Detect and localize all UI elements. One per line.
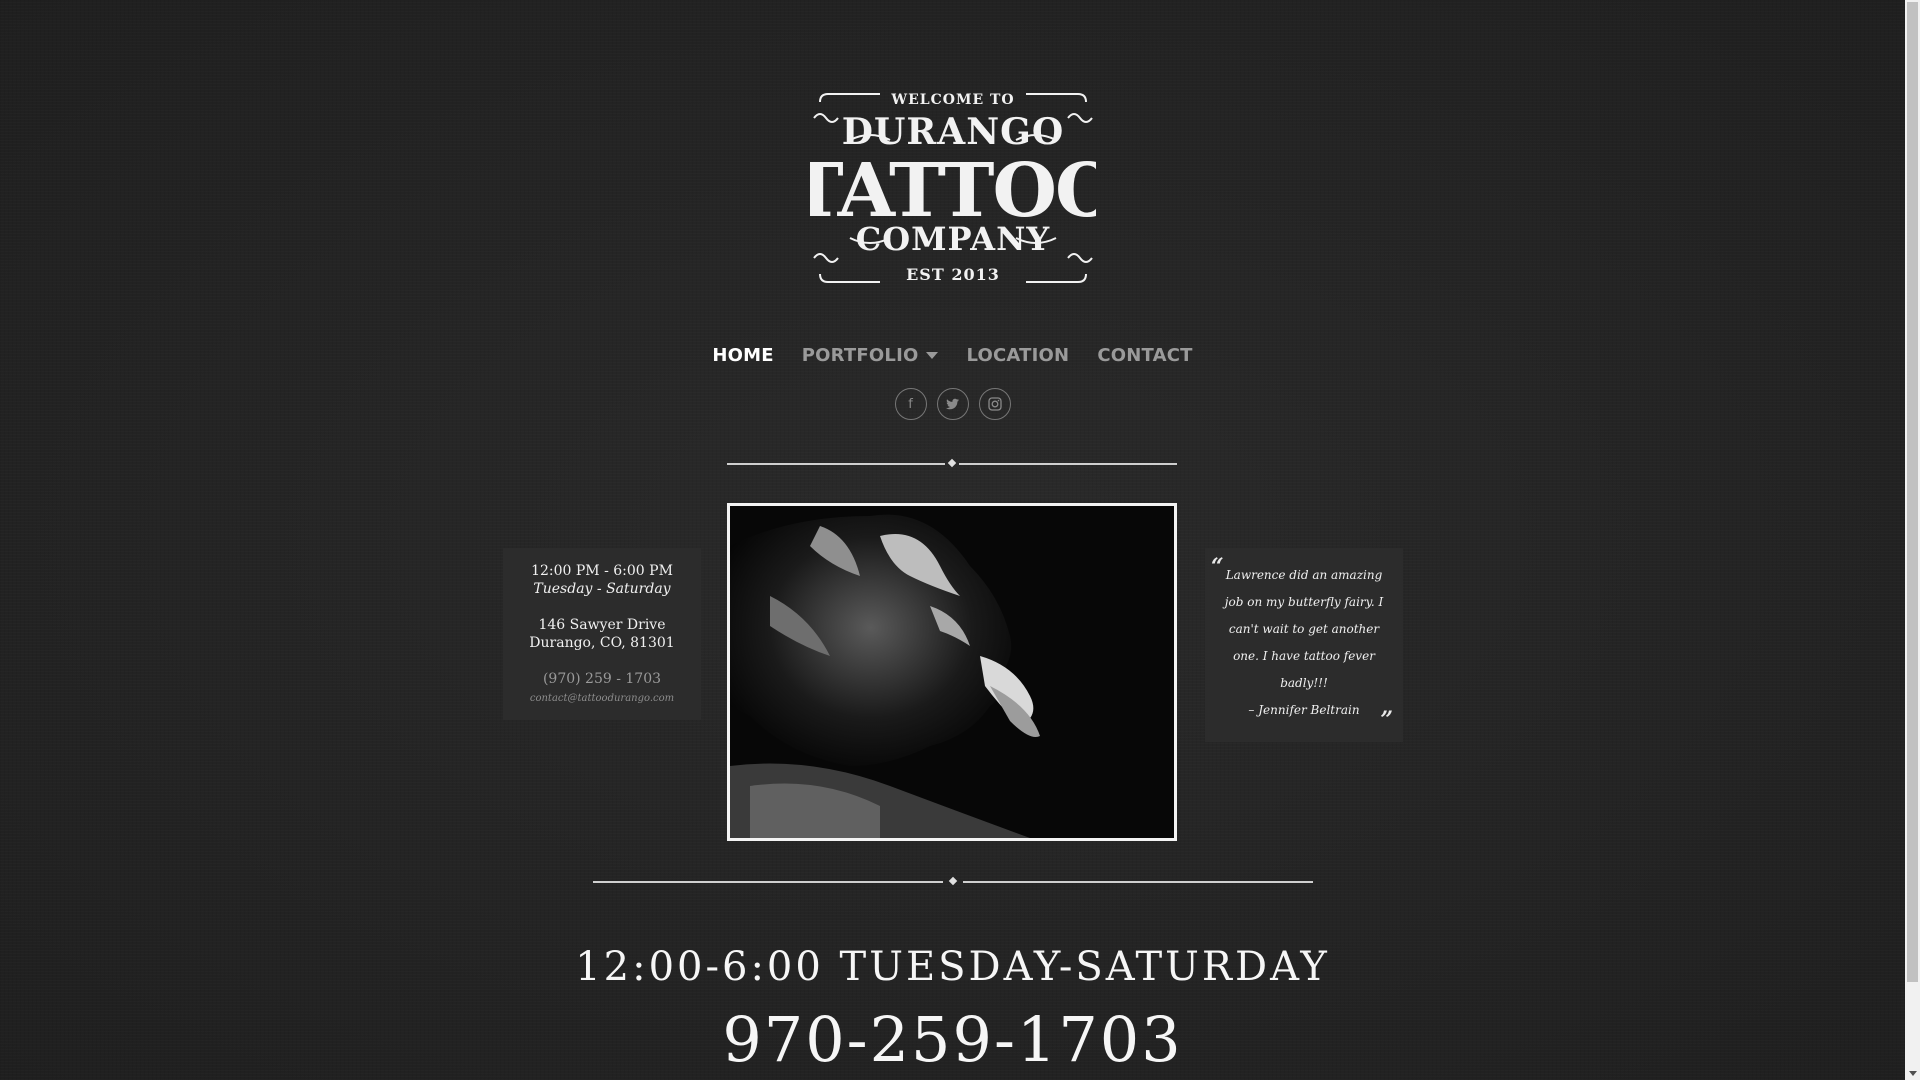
footer-hours: 12:00-6:00 TUESDAY-SATURDAY [575, 944, 1330, 990]
nav-portfolio-label: PORTFOLIO [801, 345, 919, 366]
nav-portfolio[interactable]: PORTFOLIO [802, 345, 939, 366]
nav-home[interactable]: HOME [712, 345, 773, 366]
testimonial-author: – Jennifer Beltrain [1248, 703, 1360, 717]
nav-contact[interactable]: CONTACT [1097, 345, 1192, 366]
logo-welcome-text: WELCOME TO [890, 92, 1014, 108]
caret-down-icon [926, 352, 939, 359]
nav-home-label: HOME [712, 345, 774, 366]
nav-contact-label: CONTACT [1097, 345, 1193, 366]
facebook-glyph: f [908, 396, 913, 412]
city-address: Durango, CO, 81301 [529, 635, 675, 651]
street-address: 146 Sawyer Drive [538, 617, 666, 633]
photo-art [730, 506, 1174, 838]
logo-est-text: EST 2013 [906, 265, 1000, 284]
logo-durango-text: DURANGO [842, 111, 1064, 153]
twitter-icon[interactable] [936, 388, 969, 420]
nav-location[interactable]: LOCATION [966, 345, 1069, 366]
hours-text: 12:00 PM - 6:00 PM [531, 563, 673, 579]
featured-photo-frame [727, 503, 1177, 841]
facebook-icon[interactable]: f [894, 388, 927, 420]
testimonial-text: Lawrence did an amazing job on my butter… [1224, 568, 1384, 690]
main-nav: HOME PORTFOLIO LOCATION CONTACT [0, 345, 1905, 366]
twitter-bird-glyph [945, 398, 959, 410]
close-quote-icon: ” [1380, 707, 1393, 733]
instagram-icon[interactable] [978, 388, 1011, 420]
email-link[interactable]: contact@tattoodurango.com [503, 690, 701, 708]
scrollbar-thumb[interactable] [1907, 2, 1918, 982]
page-scrollbar[interactable] [1905, 0, 1920, 1080]
days-text: Tuesday - Saturday [533, 581, 671, 597]
footer-phone[interactable]: 970-259-1703 [0, 1003, 1905, 1076]
featured-photo [730, 506, 1174, 838]
phone-link[interactable]: (970) 259 - 1703 [503, 670, 701, 688]
scroll-down-icon[interactable] [1909, 1071, 1917, 1076]
open-quote-icon: “ [1211, 554, 1224, 580]
site-logo[interactable]: WELCOME TO DURANGO TATTOO COMPANY EST 20… [810, 88, 1096, 288]
nav-location-label: LOCATION [966, 345, 1070, 366]
instagram-camera-glyph [987, 397, 1002, 411]
top-divider [727, 458, 1177, 468]
logo-company-text: COMPANY [856, 220, 1051, 258]
testimonial-card: “ Lawrence did an amazing job on my butt… [1205, 548, 1403, 742]
shop-info-panel: 12:00 PM - 6:00 PM Tuesday - Saturday 14… [503, 548, 701, 720]
bottom-divider [593, 876, 1313, 886]
social-links: f [0, 388, 1905, 420]
